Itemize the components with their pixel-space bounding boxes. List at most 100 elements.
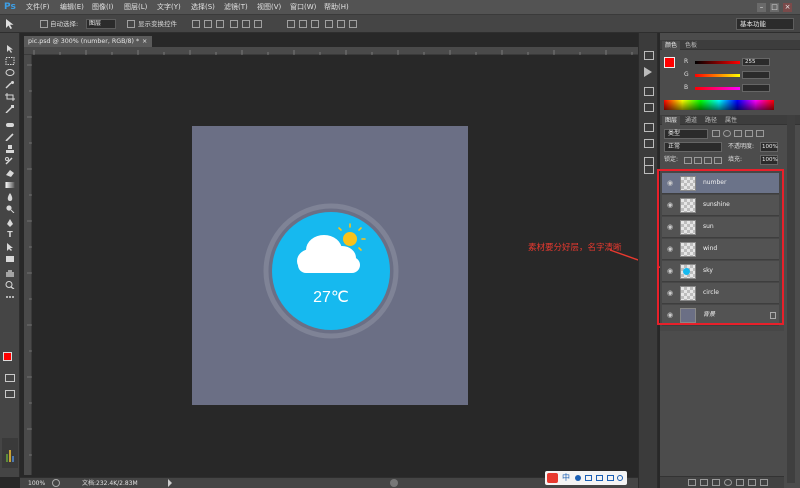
- ime-keyboard-icon[interactable]: [596, 475, 603, 481]
- delete-layer-icon[interactable]: [760, 479, 768, 486]
- distribute-bottom-icon[interactable]: [311, 20, 319, 28]
- healing-brush-tool-icon[interactable]: [5, 121, 15, 129]
- filter-pixel-icon[interactable]: [712, 130, 720, 137]
- gradient-tool-icon[interactable]: [5, 181, 15, 189]
- status-info-icon[interactable]: [52, 479, 60, 487]
- actions-panel-icon[interactable]: [644, 67, 652, 77]
- filter-smart-object-icon[interactable]: [756, 130, 764, 137]
- green-channel-slider[interactable]: [695, 74, 740, 77]
- menu-type[interactable]: 文字(Y): [157, 2, 181, 13]
- zoom-level[interactable]: 100%: [28, 479, 45, 488]
- red-channel-slider[interactable]: [695, 61, 740, 64]
- zoom-tool-icon[interactable]: [5, 281, 15, 290]
- lock-pixels-icon[interactable]: [694, 157, 702, 164]
- align-left-icon[interactable]: [230, 20, 238, 28]
- align-bottom-icon[interactable]: [216, 20, 224, 28]
- tab-paths[interactable]: 路径: [702, 116, 720, 125]
- menu-image[interactable]: 图像(I): [92, 2, 114, 13]
- move-tool-preset-icon[interactable]: [4, 18, 17, 30]
- more-tools-icon[interactable]: [5, 293, 15, 301]
- eyedropper-tool-icon[interactable]: [5, 105, 15, 114]
- link-layers-icon[interactable]: [688, 479, 696, 486]
- eraser-tool-icon[interactable]: [5, 169, 15, 177]
- tab-properties[interactable]: 属性: [722, 116, 740, 125]
- tab-layers[interactable]: 图层: [662, 116, 681, 125]
- workspace-dropdown[interactable]: 基本功能: [736, 18, 794, 30]
- ime-punct-icon[interactable]: [575, 475, 581, 481]
- document-tab[interactable]: pic.psd @ 300% (number, RGB/8) * ×: [24, 36, 152, 47]
- menu-file[interactable]: 文件(F): [26, 2, 50, 13]
- red-channel-value[interactable]: 255: [742, 58, 770, 66]
- align-vcenter-icon[interactable]: [204, 20, 212, 28]
- pen-tool-icon[interactable]: [5, 219, 15, 227]
- distribute-left-icon[interactable]: [325, 20, 333, 28]
- type-tool-icon[interactable]: T: [5, 231, 15, 239]
- quick-select-tool-icon[interactable]: [5, 81, 15, 89]
- adjustments-panel-icon[interactable]: [644, 87, 654, 96]
- menu-view[interactable]: 视图(V): [257, 2, 281, 13]
- menu-help[interactable]: 帮助(H): [324, 2, 349, 13]
- add-mask-icon[interactable]: [712, 479, 720, 486]
- lock-position-icon[interactable]: [704, 157, 712, 164]
- ime-emoji-icon[interactable]: [585, 475, 592, 481]
- history-brush-tool-icon[interactable]: [5, 157, 15, 165]
- opacity-input[interactable]: 100%: [760, 142, 778, 152]
- menu-select[interactable]: 选择(S): [191, 2, 215, 13]
- screen-mode-icon[interactable]: [5, 390, 15, 398]
- move-tool-icon[interactable]: [5, 45, 15, 53]
- new-group-icon[interactable]: [736, 479, 744, 486]
- layers-scrollbar[interactable]: [787, 115, 795, 483]
- hand-tool-icon[interactable]: [5, 269, 15, 277]
- minimize-button[interactable]: –: [757, 3, 766, 12]
- path-select-tool-icon[interactable]: [5, 243, 15, 251]
- brush-tool-icon[interactable]: [5, 133, 15, 142]
- crop-tool-icon[interactable]: [5, 93, 15, 101]
- paragraph-panel-icon[interactable]: [644, 165, 654, 174]
- menu-layer[interactable]: 图层(L): [124, 2, 147, 13]
- distribute-top-icon[interactable]: [287, 20, 295, 28]
- ime-tools-icon[interactable]: [617, 475, 623, 481]
- new-layer-icon[interactable]: [748, 479, 756, 486]
- maximize-button[interactable]: □: [770, 3, 779, 12]
- menu-window[interactable]: 窗口(W): [290, 2, 316, 13]
- color-spectrum-ramp[interactable]: [664, 100, 774, 110]
- menu-edit[interactable]: 编辑(E): [60, 2, 84, 13]
- foreground-color-swatch[interactable]: [3, 352, 12, 361]
- menu-filter[interactable]: 滤镜(T): [224, 2, 248, 13]
- lock-transparency-icon[interactable]: [684, 157, 692, 164]
- dodge-tool-icon[interactable]: [5, 205, 15, 214]
- rectangle-tool-icon[interactable]: [5, 255, 15, 263]
- tab-color[interactable]: 颜色: [662, 41, 681, 50]
- styles-panel-icon[interactable]: [644, 103, 654, 112]
- history-panel-icon[interactable]: [644, 51, 654, 60]
- ime-skin-icon[interactable]: [607, 475, 614, 481]
- distribute-hcenter-icon[interactable]: [337, 20, 345, 28]
- show-transform-checkbox[interactable]: [127, 20, 135, 28]
- lasso-tool-icon[interactable]: [5, 69, 15, 77]
- auto-select-checkbox[interactable]: [40, 20, 48, 28]
- filter-type-icon[interactable]: [734, 130, 742, 137]
- distribute-vcenter-icon[interactable]: [299, 20, 307, 28]
- ime-mode-label[interactable]: 中: [562, 472, 570, 484]
- close-document-icon[interactable]: ×: [142, 36, 147, 47]
- distribute-right-icon[interactable]: [349, 20, 357, 28]
- green-channel-value[interactable]: [742, 71, 770, 79]
- quick-mask-icon[interactable]: [5, 374, 15, 382]
- align-hcenter-icon[interactable]: [242, 20, 250, 28]
- align-right-icon[interactable]: [254, 20, 262, 28]
- tab-swatches[interactable]: 色板: [682, 41, 700, 50]
- document-canvas[interactable]: 27℃: [192, 126, 468, 405]
- status-arrow-icon[interactable]: [168, 479, 172, 487]
- blend-mode-dropdown[interactable]: 正常: [664, 142, 722, 152]
- marquee-tool-icon[interactable]: [5, 57, 15, 65]
- ime-toolbar[interactable]: 中: [545, 471, 627, 485]
- color-panel-foreground-swatch[interactable]: [664, 57, 675, 68]
- new-adjustment-icon[interactable]: [724, 479, 732, 486]
- close-window-button[interactable]: ×: [783, 3, 792, 12]
- layer-filter-dropdown[interactable]: 类型: [664, 129, 708, 139]
- brush-panel-icon[interactable]: [644, 123, 654, 132]
- fill-input[interactable]: 100%: [760, 155, 778, 165]
- blur-tool-icon[interactable]: [5, 193, 15, 201]
- clone-source-panel-icon[interactable]: [644, 139, 654, 148]
- add-style-icon[interactable]: [700, 479, 708, 486]
